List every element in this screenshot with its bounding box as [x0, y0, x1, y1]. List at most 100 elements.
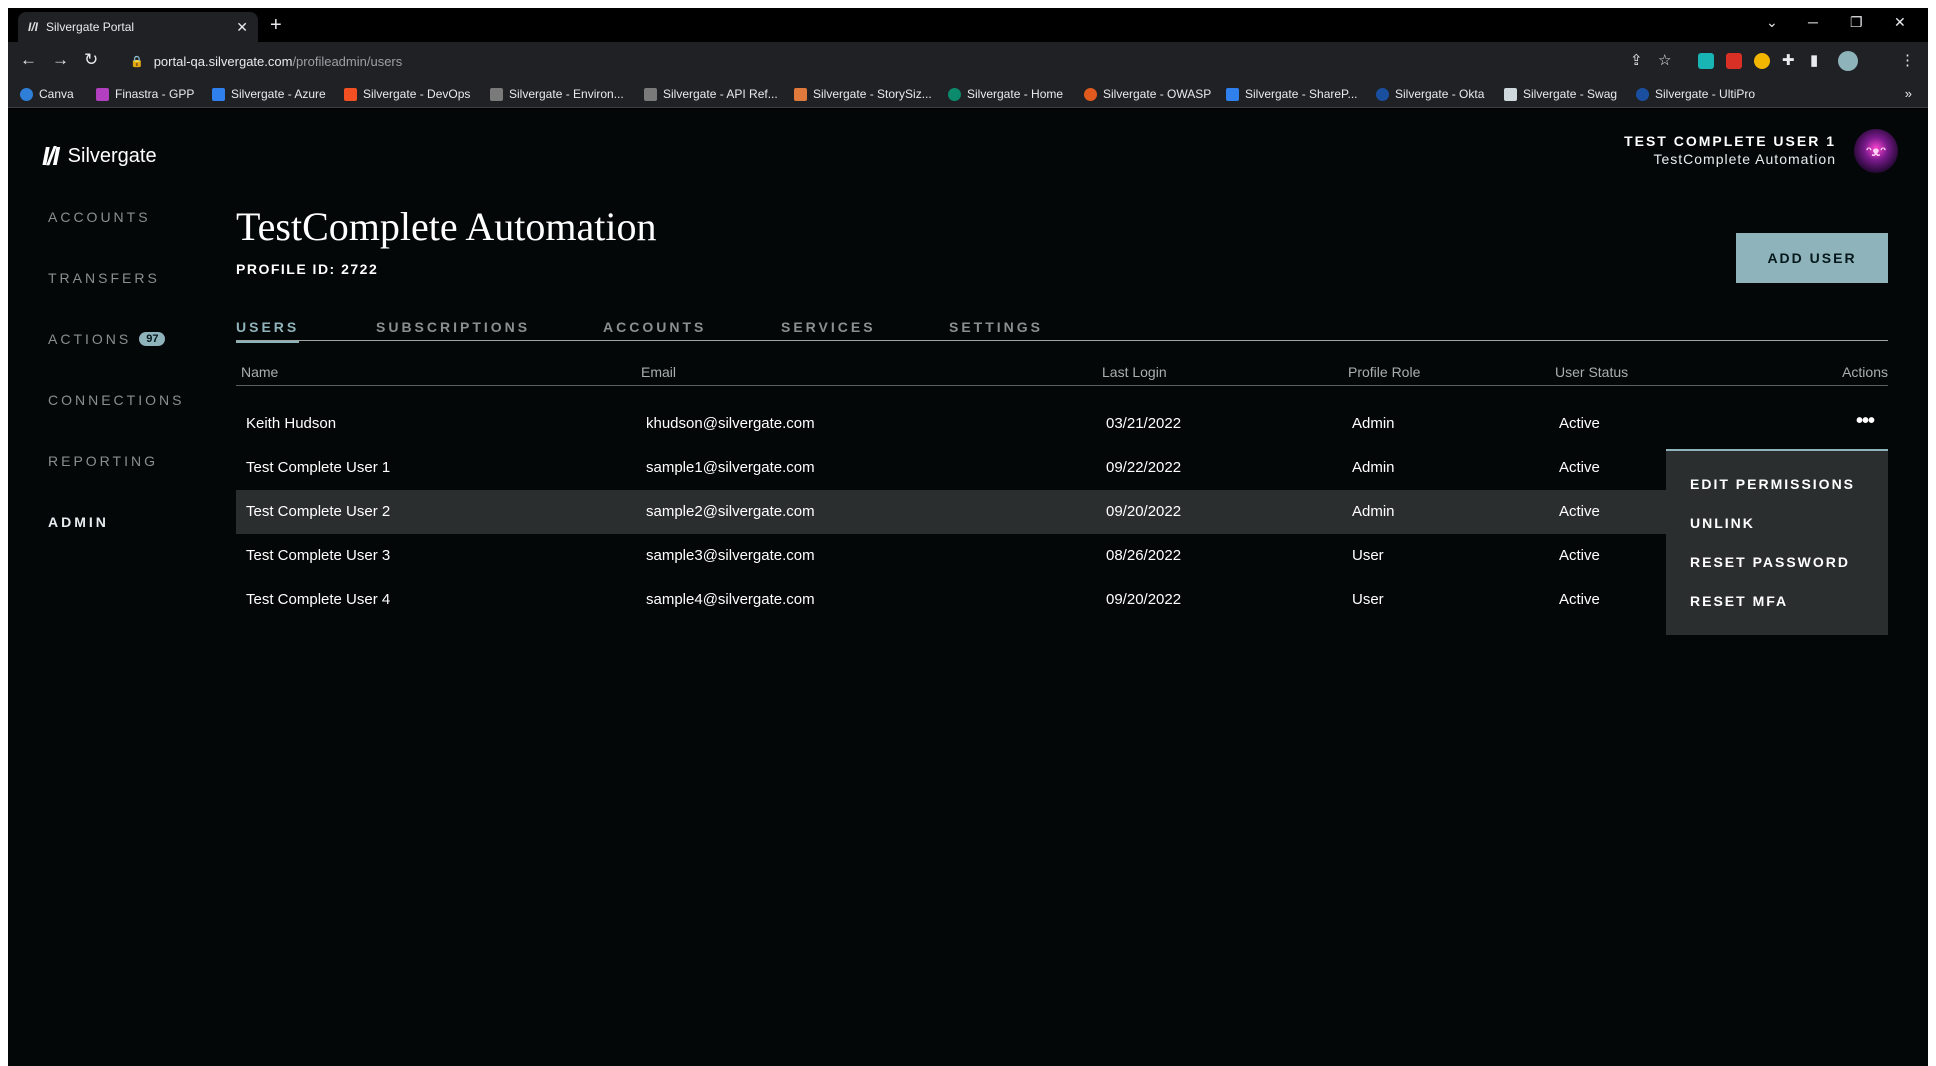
- add-user-button[interactable]: ADD USER: [1736, 233, 1888, 283]
- role-cell: User: [1352, 547, 1384, 564]
- sidebar-item-accounts[interactable]: ACCOUNTS: [48, 209, 151, 225]
- address-bar[interactable]: 🔒 portal-qa.silvergate.com/profileadmin/…: [116, 48, 1666, 74]
- forward-icon[interactable]: →: [52, 50, 69, 70]
- back-icon[interactable]: ←: [20, 50, 37, 70]
- user-org: TestComplete Automation: [1653, 151, 1836, 167]
- more-actions-icon[interactable]: •••: [1856, 410, 1875, 433]
- tab-users[interactable]: USERS: [236, 319, 300, 343]
- bookmark-icon: [1226, 87, 1239, 101]
- bookmark-icon: [1084, 87, 1097, 101]
- extension-icon[interactable]: [1754, 53, 1770, 69]
- bookmark-icon: [644, 87, 657, 101]
- column-header-last-login[interactable]: Last Login: [1102, 364, 1167, 380]
- sidebar-item-reporting[interactable]: REPORTING: [48, 453, 158, 469]
- actions-count-badge: 97: [139, 332, 166, 346]
- extension-icon[interactable]: [1726, 53, 1742, 69]
- email-cell: sample2@silvergate.com: [646, 503, 815, 520]
- silvergate-logo[interactable]: I/I Silvergate: [42, 141, 157, 172]
- bookmark-item[interactable]: Finastra - GPP: [96, 87, 194, 101]
- role-cell: Admin: [1352, 503, 1395, 520]
- email-cell: sample1@silvergate.com: [646, 459, 815, 476]
- tab-services[interactable]: SERVICES: [781, 319, 876, 341]
- minimize-icon[interactable]: ─: [1808, 14, 1818, 30]
- page-title: TestComplete Automation: [236, 204, 657, 249]
- sidebar-item-connections[interactable]: CONNECTIONS: [48, 392, 184, 408]
- table-row[interactable]: Test Complete User 4 sample4@silvergate.…: [236, 578, 1888, 622]
- bookmark-item[interactable]: Silvergate - Okta: [1376, 87, 1484, 101]
- sidebar-item-transfers[interactable]: TRANSFERS: [48, 270, 160, 286]
- table-row[interactable]: Test Complete User 3 sample3@silvergate.…: [236, 534, 1888, 578]
- logo-mark-icon: I/I: [42, 141, 60, 171]
- share-icon[interactable]: ⇪: [1630, 51, 1643, 69]
- table-row[interactable]: Keith Hudson khudson@silvergate.com 03/2…: [236, 402, 1888, 446]
- reload-icon[interactable]: ↻: [84, 50, 98, 70]
- unlink-menu-item[interactable]: UNLINK: [1666, 510, 1888, 549]
- bookmark-icon: [344, 87, 357, 101]
- last-login-cell: 09/20/2022: [1106, 503, 1182, 520]
- bookmark-star-icon[interactable]: ☆: [1658, 51, 1671, 69]
- status-cell: Active: [1559, 503, 1600, 520]
- bookmark-item[interactable]: Silvergate - API Ref...: [644, 87, 778, 101]
- side-panel-icon[interactable]: ▮: [1810, 51, 1818, 69]
- restore-icon[interactable]: ❐: [1850, 14, 1863, 31]
- bookmark-item[interactable]: Silvergate - Azure: [212, 87, 326, 101]
- user-actions-menu: EDIT PERMISSIONS UNLINK RESET PASSWORD R…: [1666, 449, 1888, 635]
- bookmark-item[interactable]: Silvergate - Swag: [1504, 87, 1617, 101]
- bookmark-item[interactable]: Silvergate - UltiPro: [1636, 87, 1755, 101]
- column-header-actions: Actions: [1842, 364, 1888, 380]
- edit-permissions-menu-item[interactable]: EDIT PERMISSIONS: [1666, 471, 1888, 510]
- bookmark-item[interactable]: Silvergate - DevOps: [344, 87, 470, 101]
- bookmark-icon: [1376, 87, 1389, 101]
- table-row[interactable]: Test Complete User 2 sample2@silvergate.…: [236, 490, 1888, 534]
- close-tab-icon[interactable]: ✕: [236, 19, 248, 36]
- user-name-cell: Test Complete User 1: [246, 459, 391, 476]
- tab-settings[interactable]: SETTINGS: [949, 319, 1043, 341]
- new-tab-icon[interactable]: +: [270, 14, 282, 37]
- bookmark-item[interactable]: Silvergate - OWASP: [1084, 87, 1211, 101]
- email-cell: sample3@silvergate.com: [646, 547, 815, 564]
- reset-password-menu-item[interactable]: RESET PASSWORD: [1666, 549, 1888, 588]
- close-window-icon[interactable]: ✕: [1894, 14, 1906, 31]
- bookmark-icon: [1636, 87, 1649, 101]
- tab-search-icon[interactable]: ⌄: [1766, 14, 1778, 31]
- more-bookmarks-icon[interactable]: »: [1905, 86, 1912, 101]
- extensions-puzzle-icon[interactable]: ✚: [1782, 51, 1795, 69]
- url-host: portal-qa.silvergate.com: [153, 53, 293, 69]
- bookmark-icon: [96, 87, 109, 101]
- lock-icon: 🔒: [130, 55, 144, 68]
- column-header-email[interactable]: Email: [641, 364, 676, 380]
- status-cell: Active: [1559, 591, 1600, 608]
- column-header-user-status[interactable]: User Status: [1555, 364, 1628, 380]
- bookmark-item[interactable]: Silvergate - StorySiz...: [794, 87, 932, 101]
- last-login-cell: 09/20/2022: [1106, 591, 1182, 608]
- status-cell: Active: [1559, 415, 1600, 432]
- logo-text: Silvergate: [67, 145, 157, 167]
- table-row[interactable]: Test Complete User 1 sample1@silvergate.…: [236, 446, 1888, 490]
- bookmark-item[interactable]: Silvergate - ShareP...: [1226, 87, 1358, 101]
- bookmark-item[interactable]: Silvergate - Home: [948, 87, 1063, 101]
- profile-avatar-icon[interactable]: [1838, 51, 1858, 71]
- bookmark-icon: [794, 87, 807, 101]
- browser-tab[interactable]: I/I Silvergate Portal ✕: [18, 12, 258, 42]
- sidebar-item-actions[interactable]: ACTIONS 97: [48, 331, 166, 347]
- tab-accounts[interactable]: ACCOUNTS: [603, 319, 706, 341]
- avatar[interactable]: ᵔᴥᵔ: [1854, 129, 1898, 173]
- reset-mfa-menu-item[interactable]: RESET MFA: [1666, 588, 1888, 627]
- current-user[interactable]: TEST COMPLETE USER 1 TestComplete Automa…: [1624, 133, 1836, 167]
- sidebar-item-admin[interactable]: ADMIN: [48, 514, 109, 530]
- status-cell: Active: [1559, 547, 1600, 564]
- portal-app: I/I Silvergate ACCOUNTS TRANSFERS ACTION…: [8, 109, 1928, 1066]
- extension-icon[interactable]: [1698, 53, 1714, 69]
- bookmark-item[interactable]: Silvergate - Environ...: [490, 87, 624, 101]
- profile-id: PROFILE ID: 2722: [236, 261, 379, 277]
- email-cell: khudson@silvergate.com: [646, 415, 815, 432]
- tab-subscriptions[interactable]: SUBSCRIPTIONS: [376, 319, 530, 341]
- browser-menu-icon[interactable]: ⋮: [1900, 51, 1915, 69]
- bookmark-icon: [1504, 87, 1517, 101]
- tab-strip: I/I Silvergate Portal ✕ + ⌄ ─ ❐ ✕: [8, 8, 1928, 42]
- bookmark-icon: [490, 87, 503, 101]
- bookmark-item[interactable]: Canva: [20, 87, 74, 101]
- column-header-name[interactable]: Name: [241, 364, 278, 380]
- bookmark-icon: [20, 87, 33, 101]
- column-header-profile-role[interactable]: Profile Role: [1348, 364, 1420, 380]
